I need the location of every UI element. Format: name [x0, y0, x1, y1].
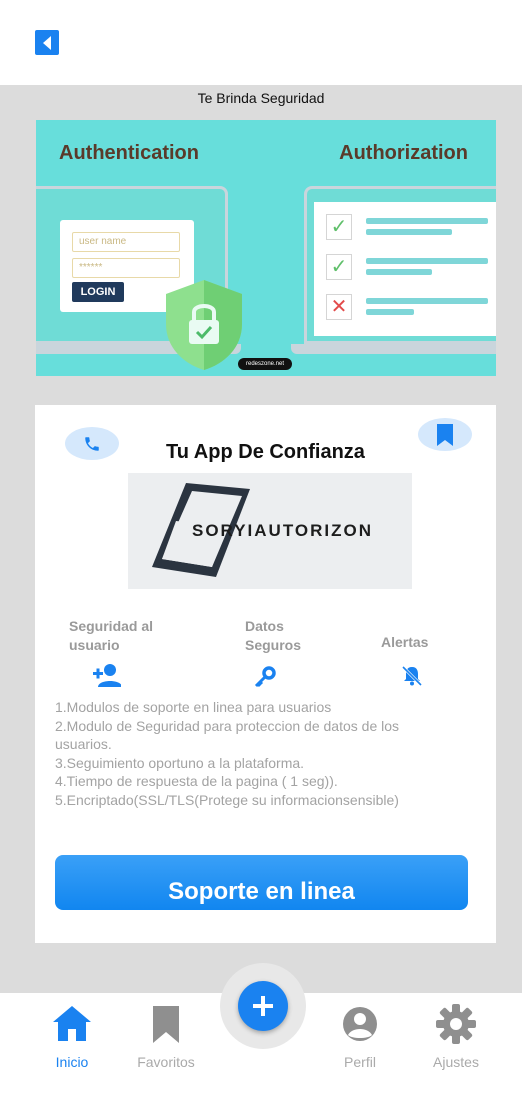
nav-label-perfil: Perfil	[344, 1054, 376, 1070]
list-item: 3.Seguimiento oportuno a la plataforma.	[55, 754, 305, 771]
laptop-right-base	[291, 344, 496, 354]
banner-caption: Te Brinda Seguridad	[197, 90, 325, 106]
nav-item-perfil[interactable]: Perfil	[315, 1003, 405, 1070]
nav-label-ajustes: Ajustes	[433, 1054, 479, 1070]
online-support-button[interactable]: Soporte en linea	[55, 855, 468, 910]
authorization-heading: Authorization	[339, 142, 468, 164]
app-logo: SORYIAUTORIZON	[128, 473, 412, 589]
plus-icon	[253, 996, 273, 1016]
feature-label-user-security: Seguridad al usuario	[69, 618, 154, 653]
checklist-line	[366, 218, 488, 224]
list-item: 5.Encriptado(SSL/TLS(Protege su informac…	[55, 791, 399, 808]
login-button-illustration: LOGIN	[72, 282, 124, 302]
nav-item-ajustes[interactable]: Ajustes	[411, 1003, 501, 1070]
list-item: 1.Modulos de soporte en linea para usuar…	[55, 699, 332, 715]
top-bar	[0, 0, 522, 85]
logo-text: SORYIAUTORIZON	[192, 521, 374, 540]
info-card: Tu App De Confianza SORYIAUTORIZON Segur…	[35, 405, 496, 943]
watermark-label: redeszone.net	[238, 358, 293, 370]
home-icon	[53, 1006, 91, 1041]
list-item: 2.Modulo de Seguridad para proteccion de…	[55, 717, 400, 753]
security-banner-image: Authentication Authorization user name *…	[36, 120, 496, 376]
add-button[interactable]	[238, 981, 288, 1031]
nav-label-favoritos: Favoritos	[137, 1054, 195, 1070]
user-circle-icon	[343, 1007, 377, 1041]
list-item: 4.Tiempo de respuesta de la pagina ( 1 s…	[55, 773, 338, 789]
gear-icon	[436, 1004, 476, 1044]
cross-icon: ✕	[326, 294, 352, 320]
authentication-heading: Authentication	[59, 142, 199, 164]
checklist-line	[366, 258, 488, 264]
bell-off-icon[interactable]	[401, 665, 423, 687]
nav-item-favoritos[interactable]: Favoritos	[121, 1003, 211, 1070]
password-field-illustration: ******	[72, 258, 180, 278]
nav-label-inicio: Inicio	[55, 1054, 89, 1070]
check-icon: ✓	[326, 254, 352, 280]
back-button[interactable]	[35, 30, 59, 55]
checklist-line	[366, 298, 488, 304]
feature-label-secure-data: Datos Seguros	[245, 618, 302, 653]
checklist-line	[366, 229, 452, 235]
nav-item-inicio[interactable]: Inicio	[27, 1003, 117, 1070]
username-field-illustration: user name	[72, 232, 180, 252]
checklist-line	[366, 269, 432, 275]
card-title: Tu App De Confianza	[166, 441, 365, 463]
chevron-left-icon	[43, 35, 51, 50]
check-icon: ✓	[326, 214, 352, 240]
feature-label-alerts: Alertas	[381, 634, 429, 650]
permissions-checklist: ✓ ✓ ✕	[314, 202, 496, 336]
key-icon[interactable]	[253, 665, 277, 689]
bookmark-icon	[153, 1006, 179, 1043]
add-user-icon[interactable]	[93, 663, 121, 687]
checklist-line	[366, 309, 414, 315]
features-list: 1.Modulos de soporte en linea para usuar…	[55, 698, 455, 809]
shield-lock-icon	[166, 280, 242, 370]
